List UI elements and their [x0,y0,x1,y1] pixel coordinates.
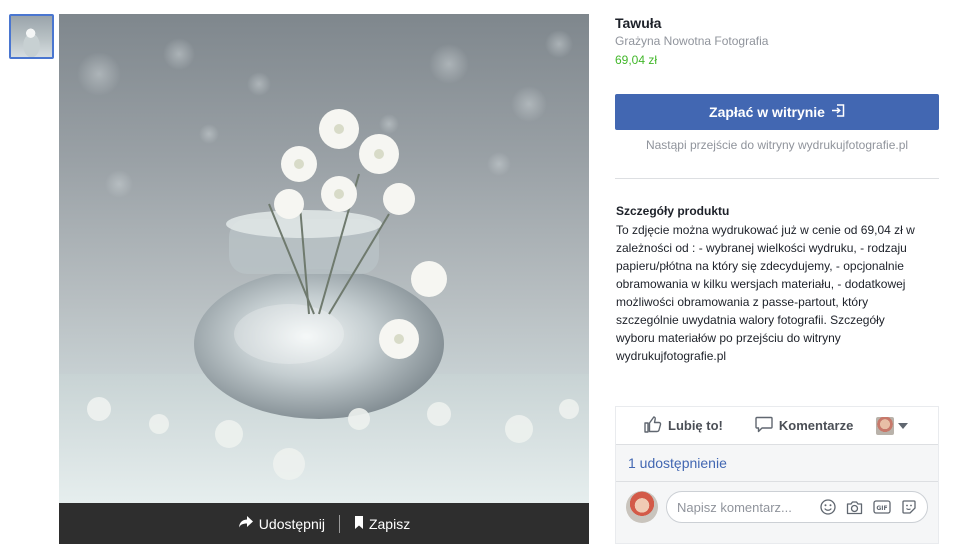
profile-avatar-small [876,416,894,435]
sticker-icon[interactable] [901,499,917,515]
camera-icon[interactable] [846,500,863,515]
comment-tools: GIF [820,499,917,515]
photo-viewer: Udostępnij Zapisz [59,14,589,544]
details-description: To zdjęcie można wydrukować już w cenie … [616,223,915,363]
social-box: Lubię to! Komentarze 1 udostępnienie Nap… [615,406,939,544]
photo-action-bar: Udostępnij Zapisz [59,503,589,544]
save-button[interactable]: Zapisz [354,515,411,532]
redirect-note: Nastąpi przejście do witryny wydrukujfot… [645,138,909,152]
product-price: 69,04 zł [615,53,658,67]
smiley-icon[interactable] [820,499,836,515]
product-panel: Tawuła Grażyna Nowotna Fotografia 69,04 … [615,14,939,544]
share-arrow-icon [238,515,254,532]
svg-text:GIF: GIF [876,505,887,512]
user-avatar [626,491,658,523]
share-button[interactable]: Udostępnij [238,515,325,532]
share-count-link[interactable]: 1 udostępnienie [616,445,938,482]
save-label: Zapisz [368,515,411,532]
comment-placeholder: Napisz komentarz... [677,499,792,515]
photo-thumbnail[interactable] [9,14,54,59]
gif-icon[interactable]: GIF [873,500,891,514]
comment-label: Komentarze [778,418,854,433]
thumbnail-image [11,16,52,57]
like-button[interactable]: Lubię to! [644,415,723,436]
post-as-selector[interactable] [876,416,908,435]
like-label: Lubię to! [668,418,723,433]
details-heading: Szczegóły produktu [616,204,730,218]
share-label: Udostępnij [258,515,325,532]
bar-divider [338,514,340,533]
social-actions: Lubię to! Komentarze [616,407,938,445]
photo-illustration [59,30,589,503]
product-photo [59,14,589,503]
comment-composer: Napisz komentarz... GIF [616,482,938,523]
speech-bubble-icon [755,416,773,436]
pay-on-website-button[interactable]: Zapłać w witrynie [615,94,939,130]
seller-name[interactable]: Grażyna Nowotna Fotografia [615,33,939,49]
thumbs-up-icon [644,415,662,436]
pay-button-label: Zapłać w witrynie [709,104,825,120]
chevron-down-icon [898,422,908,429]
bookmark-icon [354,515,364,532]
share-count: 1 udostępnienie [628,455,727,471]
comment-input[interactable]: Napisz komentarz... GIF [666,491,928,523]
section-divider [615,178,939,179]
product-title: Tawuła [615,15,662,31]
external-link-icon [831,104,845,120]
comment-button[interactable]: Komentarze [755,416,853,436]
